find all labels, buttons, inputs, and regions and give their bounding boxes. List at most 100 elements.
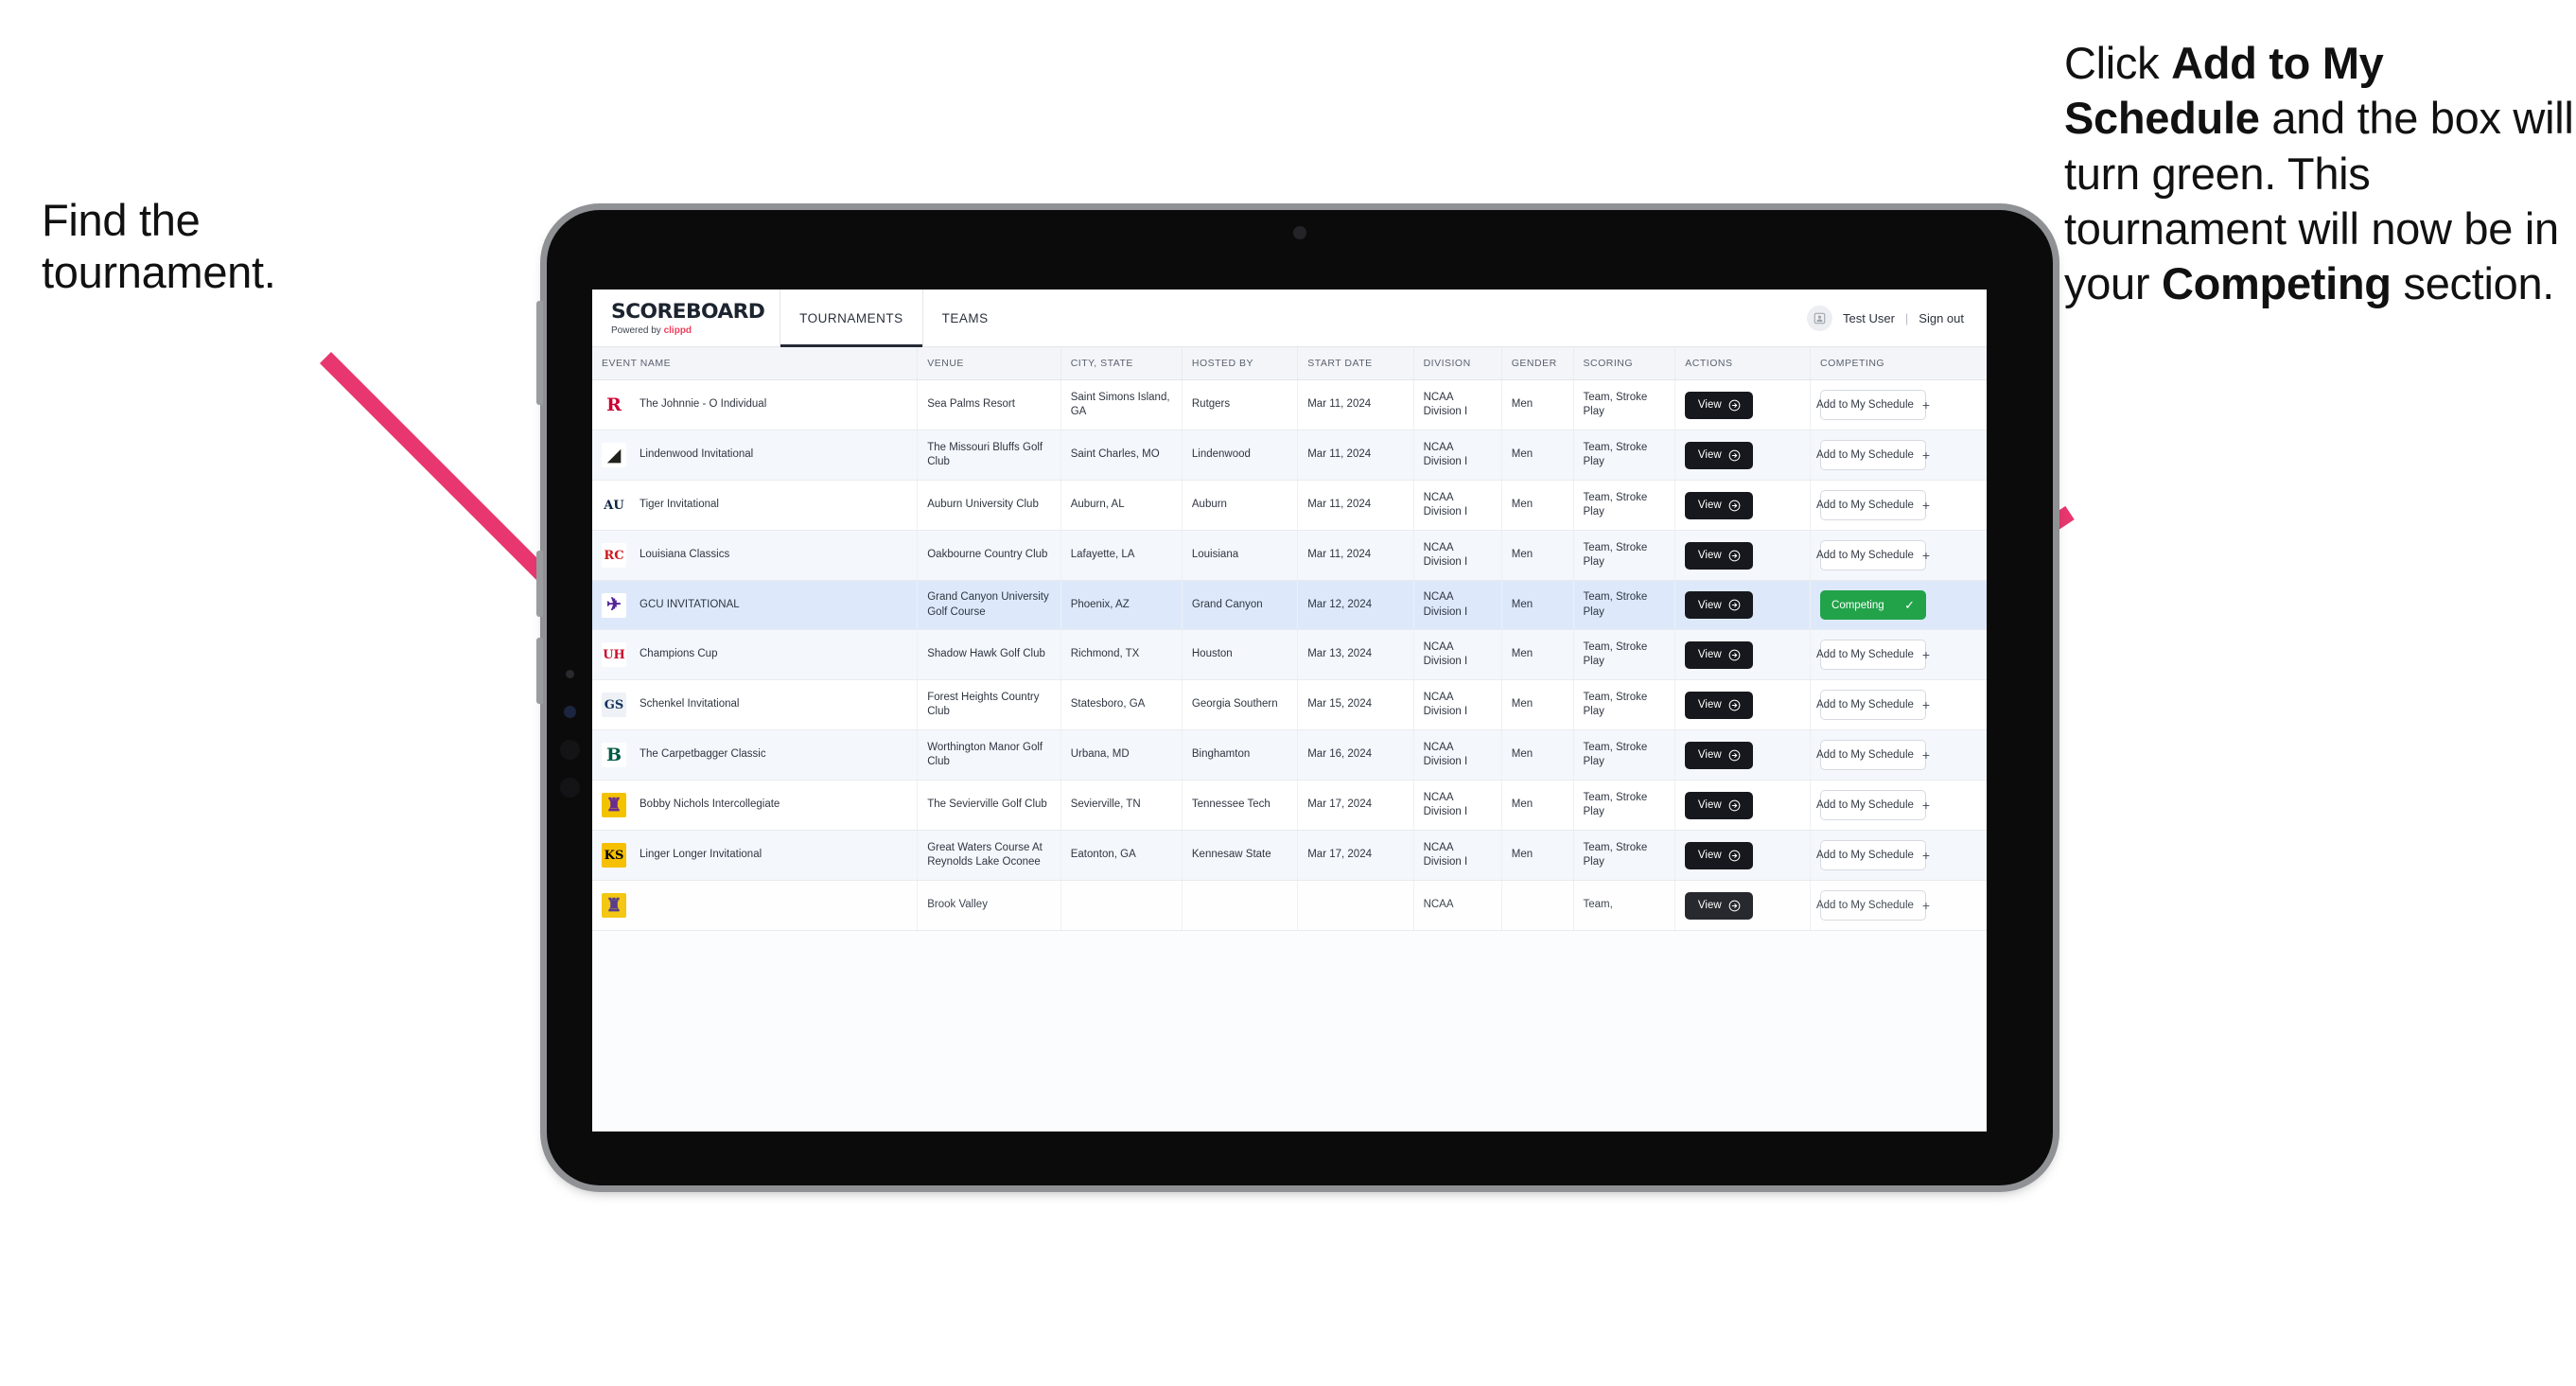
view-button[interactable]: View xyxy=(1685,841,1754,869)
cell-division: NCAA Division I xyxy=(1413,729,1502,781)
team-logo-icon: ♜ xyxy=(602,793,626,817)
volume-up-button[interactable] xyxy=(536,551,543,617)
arrow-right-circle-icon xyxy=(1728,799,1740,811)
tournaments-table: EVENT NAME VENUE CITY, STATE HOSTED BY START… xyxy=(592,347,1987,931)
column-header-hosted-by[interactable]: HOSTED BY xyxy=(1182,347,1299,380)
add-to-my-schedule-button[interactable]: Add to My Schedule + xyxy=(1816,690,1930,720)
arrow-right-circle-icon xyxy=(1728,699,1740,711)
cell-start-date: Mar 11, 2024 xyxy=(1297,430,1414,481)
view-button[interactable]: View xyxy=(1685,441,1754,469)
view-button[interactable]: View xyxy=(1685,491,1754,519)
cell-gender: Men xyxy=(1501,580,1574,630)
competing-button-label: Competing xyxy=(1831,599,1884,611)
cell-division: NCAA Division I xyxy=(1413,580,1502,630)
avatar[interactable] xyxy=(1807,305,1832,331)
column-header-scoring[interactable]: SCORING xyxy=(1573,347,1676,380)
cell-division: NCAA Division I xyxy=(1413,780,1502,831)
table-row[interactable]: UH Champions Cup Shadow Hawk Golf Club Rich… xyxy=(592,629,1987,680)
tab-teams[interactable]: TEAMS xyxy=(923,289,1008,346)
table-row[interactable]: B The Carpetbagger Classic Worthington Man… xyxy=(592,729,1987,781)
event-name-label: GCU INVITATIONAL xyxy=(640,598,740,610)
view-button[interactable]: View xyxy=(1685,591,1754,619)
arrow-right-circle-icon xyxy=(1728,449,1740,461)
event-name-label: Lindenwood Invitational xyxy=(640,448,754,461)
table-row[interactable]: GS Schenkel Invitational Forest Heights Co… xyxy=(592,679,1987,730)
team-logo-icon: ♜ xyxy=(602,893,626,918)
table-row[interactable]: KS Linger Longer Invitational Great Waters… xyxy=(592,830,1987,881)
cell-event-name: ✈ GCU INVITATIONAL xyxy=(592,580,919,630)
table-row[interactable]: ◢ Lindenwood Invitational The Missouri Blu… xyxy=(592,430,1987,481)
cell-actions: View xyxy=(1674,830,1812,881)
table-row[interactable]: AU Tiger Invitational Auburn University Cl… xyxy=(592,480,1987,531)
sensor-dot-icon xyxy=(566,670,574,678)
table-row[interactable]: RC Louisiana Classics Oakbourne Country Cl… xyxy=(592,530,1987,581)
cell-actions: View xyxy=(1674,629,1812,680)
add-to-my-schedule-button[interactable]: Add to My Schedule + xyxy=(1816,440,1930,470)
user-menu: Test User | Sign out xyxy=(1807,289,1987,346)
cell-hosted-by: Rutgers xyxy=(1182,379,1299,430)
view-button[interactable]: View xyxy=(1685,691,1754,719)
brand-powered-prefix: Powered by xyxy=(611,325,664,336)
annotation-right-bold2: Competing xyxy=(2162,258,2392,309)
plus-icon: + xyxy=(1921,647,1931,662)
arrow-right-circle-icon xyxy=(1728,749,1740,761)
add-to-my-schedule-button[interactable]: Add to My Schedule + xyxy=(1816,540,1930,570)
view-button[interactable]: View xyxy=(1685,640,1754,669)
view-button[interactable]: View xyxy=(1685,391,1754,419)
add-to-my-schedule-button[interactable]: Add to My Schedule + xyxy=(1816,890,1930,921)
table-row[interactable]: ♜ Brook Valley NCAA Team, View Add to My Sche… xyxy=(592,880,1987,931)
add-to-my-schedule-label: Add to My Schedule xyxy=(1815,449,1914,461)
tournaments-table-scroll[interactable]: EVENT NAME VENUE CITY, STATE HOSTED BY START… xyxy=(592,347,1987,1132)
cell-city-state: Sevierville, TN xyxy=(1060,780,1183,831)
table-row[interactable]: R The Johnnie - O Individual Sea Palms Res… xyxy=(592,379,1987,430)
column-header-event-name[interactable]: EVENT NAME xyxy=(592,347,919,380)
brand-logo[interactable]: SCOREBOARD Powered by clippd xyxy=(592,289,780,346)
add-to-my-schedule-button[interactable]: Add to My Schedule + xyxy=(1816,840,1930,870)
column-header-start-date[interactable]: START DATE xyxy=(1297,347,1414,380)
power-button[interactable] xyxy=(536,301,543,405)
cell-hosted-by: Lindenwood xyxy=(1182,430,1299,481)
column-header-division[interactable]: DIVISION xyxy=(1413,347,1502,380)
tab-teams-label: TEAMS xyxy=(941,310,989,325)
tab-tournaments[interactable]: TOURNAMENTS xyxy=(780,289,923,347)
team-logo-icon: ◢ xyxy=(602,443,626,467)
cell-hosted-by: Georgia Southern xyxy=(1182,679,1299,730)
cell-city-state: Phoenix, AZ xyxy=(1060,580,1183,630)
app-header: SCOREBOARD Powered by clippd TOURNAMENTS… xyxy=(592,289,1987,347)
cell-actions: View xyxy=(1674,729,1812,781)
column-header-competing[interactable]: COMPETING xyxy=(1810,347,1987,380)
column-header-city-state[interactable]: CITY, STATE xyxy=(1060,347,1183,380)
table-row[interactable]: ✈ GCU INVITATIONAL Grand Canyon University… xyxy=(592,580,1987,630)
cell-city-state: Eatonton, GA xyxy=(1060,830,1183,881)
cell-venue: Auburn University Club xyxy=(917,480,1061,531)
cell-scoring: Team, Stroke Play xyxy=(1573,379,1676,430)
table-row[interactable]: ♜ Bobby Nichols Intercollegiate The Sevier… xyxy=(592,780,1987,831)
column-header-venue[interactable]: VENUE xyxy=(917,347,1061,380)
volume-down-button[interactable] xyxy=(536,638,543,704)
add-to-my-schedule-button[interactable]: Add to My Schedule + xyxy=(1816,740,1930,770)
add-to-my-schedule-label: Add to My Schedule xyxy=(1815,500,1914,511)
view-button[interactable]: View xyxy=(1685,891,1754,920)
column-header-gender[interactable]: GENDER xyxy=(1501,347,1574,380)
cell-start-date: Mar 13, 2024 xyxy=(1297,629,1414,680)
add-to-my-schedule-button[interactable]: Add to My Schedule + xyxy=(1816,490,1930,520)
competing-button[interactable]: Competing ✓ xyxy=(1820,590,1927,620)
cell-competing: Add to My Schedule + xyxy=(1810,880,1987,931)
event-name-label: Tiger Invitational xyxy=(640,499,719,511)
view-button-label: View xyxy=(1697,850,1722,861)
sign-out-link[interactable]: Sign out xyxy=(1919,311,1964,325)
view-button[interactable]: View xyxy=(1685,541,1754,570)
cell-hosted-by: Binghamton xyxy=(1182,729,1299,781)
cell-competing: Add to My Schedule + xyxy=(1810,480,1987,531)
cell-start-date: Mar 15, 2024 xyxy=(1297,679,1414,730)
add-to-my-schedule-button[interactable]: Add to My Schedule + xyxy=(1816,390,1930,420)
add-to-my-schedule-button[interactable]: Add to My Schedule + xyxy=(1816,640,1930,670)
column-header-actions[interactable]: ACTIONS xyxy=(1674,347,1812,380)
add-to-my-schedule-button[interactable]: Add to My Schedule + xyxy=(1816,790,1930,820)
view-button[interactable]: View xyxy=(1685,791,1754,819)
view-button[interactable]: View xyxy=(1685,741,1754,769)
cell-scoring: Team, Stroke Play xyxy=(1573,830,1676,881)
team-logo-icon: ✈ xyxy=(602,592,626,618)
plus-icon: + xyxy=(1921,898,1931,913)
cell-city-state: Auburn, AL xyxy=(1060,480,1183,531)
